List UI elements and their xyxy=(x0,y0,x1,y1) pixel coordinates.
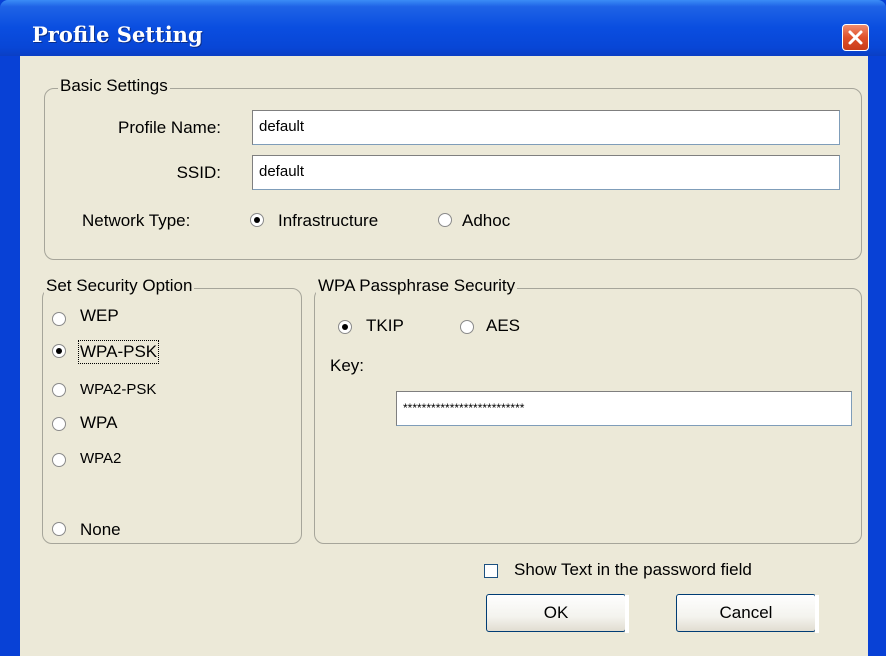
radio-wep[interactable] xyxy=(52,312,66,326)
dialog-client-area: Basic Settings Profile Name: default SSI… xyxy=(20,56,868,656)
ok-button[interactable]: OK xyxy=(486,594,629,633)
security-option-legend: Set Security Option xyxy=(44,276,195,296)
close-icon xyxy=(848,30,863,45)
cancel-button[interactable]: Cancel xyxy=(676,594,819,633)
key-input[interactable]: ************************** xyxy=(396,391,852,426)
infrastructure-label[interactable]: Infrastructure xyxy=(278,211,378,231)
radio-wpa-psk[interactable] xyxy=(52,344,66,358)
radio-infrastructure[interactable] xyxy=(250,213,264,227)
radio-adhoc[interactable] xyxy=(438,213,452,227)
basic-settings-legend: Basic Settings xyxy=(58,76,170,96)
wep-label[interactable]: WEP xyxy=(80,306,119,326)
wpa-label[interactable]: WPA xyxy=(80,413,117,433)
wpa-psk-label[interactable]: WPA-PSK xyxy=(77,340,160,364)
window-title: Profile Setting xyxy=(32,22,203,47)
tkip-label[interactable]: TKIP xyxy=(366,316,404,336)
show-text-label[interactable]: Show Text in the password field xyxy=(514,560,752,580)
none-label[interactable]: None xyxy=(80,520,121,540)
radio-wpa2[interactable] xyxy=(52,453,66,467)
radio-aes[interactable] xyxy=(460,320,474,334)
key-label: Key: xyxy=(330,356,365,375)
radio-none[interactable] xyxy=(52,522,66,536)
radio-wpa[interactable] xyxy=(52,417,66,431)
adhoc-label[interactable]: Adhoc xyxy=(462,211,510,231)
radio-tkip[interactable] xyxy=(338,320,352,334)
ssid-input[interactable]: default xyxy=(252,155,840,190)
show-text-checkbox[interactable] xyxy=(484,564,498,578)
profile-setting-window: Profile Setting Basic Settings Profile N… xyxy=(0,0,886,656)
radio-wpa2-psk[interactable] xyxy=(52,383,66,397)
wpa-passphrase-legend: WPA Passphrase Security xyxy=(316,276,518,296)
title-bar[interactable]: Profile Setting xyxy=(0,0,886,56)
aes-label[interactable]: AES xyxy=(486,316,520,336)
profile-name-input[interactable]: default xyxy=(252,110,840,145)
profile-name-label: Profile Name: xyxy=(118,118,221,137)
ssid-label: SSID: xyxy=(176,163,221,182)
network-type-label: Network Type: xyxy=(82,211,191,230)
wpa2-label[interactable]: WPA2 xyxy=(80,450,121,467)
wpa2-psk-label[interactable]: WPA2-PSK xyxy=(80,381,156,398)
close-button[interactable] xyxy=(842,24,869,51)
